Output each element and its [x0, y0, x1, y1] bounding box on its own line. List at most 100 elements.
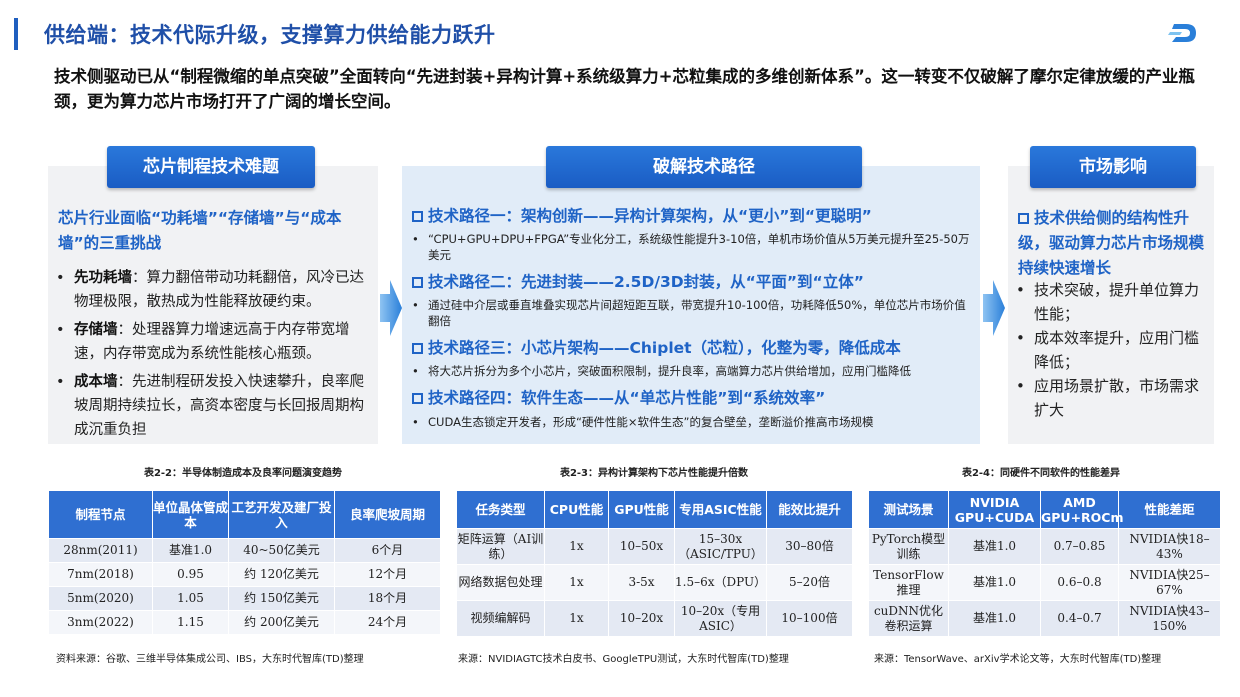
table-cell: 0.7–0.85 — [1040, 528, 1119, 565]
table-cell: 1.05 — [152, 586, 229, 611]
bullet-term: 先功耗墙 — [74, 270, 132, 286]
table-header-cell: 工艺开发及建厂投入 — [228, 490, 335, 539]
table-header-cell: 制程节点 — [48, 490, 153, 539]
right-bullet-3: • 应用场景扩散，市场需求扩大 — [1016, 374, 1210, 422]
table-cell: 0.95 — [152, 562, 229, 587]
bullet-dot-icon: • — [1016, 329, 1025, 347]
table-cell: 1x — [544, 600, 609, 637]
right-panel-heading: 市场影响 — [1030, 146, 1196, 188]
page-title: 供给端：技术代际升级，支撑算力供给能力跃升 — [44, 23, 496, 47]
bullet-dot-icon: • — [412, 232, 419, 246]
table-cell: 10–50x — [608, 528, 675, 565]
table-2-3-source: 来源：NVIDIAGTC技术白皮书、GoogleTPU测试，大东时代智库(TD)… — [458, 654, 789, 665]
table-2-4: 测试场景 NVIDIA GPU+CUDA AMD GPU+ROCm 性能差距 P… — [868, 490, 1221, 637]
table-header-cell: AMD GPU+ROCm — [1040, 490, 1124, 529]
table-row: 28nm(2011) 基准1.0 40~50亿美元 6个月 — [48, 538, 441, 563]
table-row: PyTorch模型训练 基准1.0 0.7–0.85 NVIDIA快18–43% — [868, 528, 1221, 565]
checkbox-square-icon — [412, 343, 423, 354]
table-header-cell: 单位晶体管成本 — [152, 490, 229, 539]
table-cell: 10–20x（专用ASIC） — [674, 600, 767, 637]
bullet-dot-icon: • — [1016, 281, 1025, 299]
right-panel-lead: 技术供给侧的结构性升级，驱动算力芯片市场规模持续快速增长 — [1018, 209, 1205, 277]
middle-panel-heading: 破解技术路径 — [546, 146, 862, 188]
bullet-dot-icon: • — [412, 298, 419, 312]
route-1-detail: • “CPU+GPU+DPU+FPGA”专业化分工，系统级性能提升3-10倍，单机… — [412, 232, 970, 262]
table-row: 3nm(2022) 1.15 约 200亿美元 24个月 — [48, 610, 441, 635]
table-row: 5nm(2020) 1.05 约 150亿美元 18个月 — [48, 586, 441, 611]
table-2-3: 任务类型 CPU性能 GPU性能 专用ASIC性能 能效比提升 矩阵运算（AI训… — [456, 490, 853, 637]
intro-paragraph: 技术侧驱动已从“制程微缩的单点突破”全面转向“先进封装+异构计算+系统级算力+芯… — [54, 67, 1195, 111]
table-2-4-caption: 表2-4：同硬件不同软件的性能差异 — [961, 468, 1121, 479]
table-2-4-source: 来源：TensorWave、arXiv学术论文等，大东时代智库(TD)整理 — [874, 654, 1162, 665]
table-cell: 1.15 — [152, 610, 229, 635]
route-3-title: 技术路径三：小芯片架构——Chiplet（芯粒），化整为零，降低成本 — [412, 336, 901, 358]
table-cell: 网络数据包处理 — [456, 564, 545, 601]
table-cell: 5nm(2020) — [48, 586, 153, 611]
bullet-term: 成本墙 — [74, 374, 118, 390]
table-2-2-source: 资料来源：谷歌、三维半导体集成公司、IBS，大东时代智库(TD)整理 — [56, 654, 364, 665]
title-accent-bar — [14, 18, 18, 50]
table-cell: 1.5–6x（DPU） — [674, 564, 767, 601]
table-cell: NVIDIA快25–67% — [1118, 564, 1221, 601]
table-row: 网络数据包处理 1x 3-5x 1.5–6x（DPU） 5–20倍 — [456, 564, 853, 601]
bullet-dot-icon: • — [412, 364, 419, 378]
table-cell: 约 150亿美元 — [228, 586, 335, 611]
table-cell: 约 120亿美元 — [228, 562, 335, 587]
table-cell: 28nm(2011) — [48, 538, 153, 563]
table-cell: 6个月 — [334, 538, 441, 563]
table-2-2: 制程节点 单位晶体管成本 工艺开发及建厂投入 良率爬坡周期 28nm(2011)… — [48, 490, 441, 635]
table-cell: TensorFlow推理 — [868, 564, 949, 601]
table-cell: NVIDIA快43–150% — [1118, 600, 1221, 637]
checkbox-square-icon — [412, 277, 423, 288]
route-2-title: 技术路径二：先进封装——2.5D/3D封装，从“平面”到“立体” — [412, 270, 864, 292]
right-bullet-1: • 技术突破，提升单位算力性能； — [1016, 278, 1210, 326]
table-cell: 矩阵运算（AI训练） — [456, 528, 545, 565]
table-cell: 30–80倍 — [766, 528, 853, 565]
table-header-cell: 良率爬坡周期 — [334, 490, 441, 539]
checkbox-square-icon — [412, 211, 423, 222]
table-row: 矩阵运算（AI训练） 1x 10–50x 15–30x（ASIC/TPU） 30–80倍 — [456, 528, 853, 565]
table-row: 7nm(2018) 0.95 约 120亿美元 12个月 — [48, 562, 441, 587]
bullet-dot-icon: • — [56, 270, 65, 286]
table-cell: 10–100倍 — [766, 600, 853, 637]
table-cell: 约 200亿美元 — [228, 610, 335, 635]
table-cell: 0.4–0.7 — [1040, 600, 1119, 637]
table-cell: 3-5x — [608, 564, 675, 601]
table-2-3-caption: 表2-3：异构计算架构下芯片性能提升倍数 — [559, 468, 749, 479]
chevron-right-arrow-icon — [983, 280, 1005, 336]
table-header-cell: 测试场景 — [868, 490, 949, 529]
bullet-dot-icon: • — [56, 374, 65, 390]
table-cell: 18个月 — [334, 586, 441, 611]
bullet-text: ：先进制程研发投入快速攀升，良率爬坡周期持续拉长，高资本密度与长回报周期构成沉重… — [74, 374, 364, 438]
table-cell: 10–20x — [608, 600, 675, 637]
table-cell: PyTorch模型训练 — [868, 528, 949, 565]
left-bullet-1: • 先功耗墙：算力翻倍带动功耗翻倍，风冷已达物理极限，散热成为性能释放硬约束。 — [56, 266, 374, 314]
left-panel-lead: 芯片行业面临“功耗墙”“存储墙”与“成本墙”的三重挑战 — [58, 209, 342, 252]
table-header-cell: 专用ASIC性能 — [674, 490, 767, 529]
table-cell: 1x — [544, 564, 609, 601]
route-4-title: 技术路径四：软件生态——从“单芯片性能”到“系统效率” — [412, 386, 825, 408]
table-cell: 基准1.0 — [152, 538, 229, 563]
route-2-detail: • 通过硅中介层或垂直堆叠实现芯片间超短距互联，带宽提升10-100倍，功耗降低5… — [412, 298, 966, 328]
bullet-term: 存储墙 — [74, 322, 118, 338]
left-panel-heading: 芯片制程技术难题 — [107, 146, 315, 188]
table-header-cell: CPU性能 — [544, 490, 609, 529]
table-cell: 12个月 — [334, 562, 441, 587]
left-bullet-2: • 存储墙：处理器算力增速远高于内存带宽增速，内存带宽成为系统性能核心瓶颈。 — [56, 318, 374, 366]
bullet-dot-icon: • — [412, 415, 419, 429]
table-cell: 基准1.0 — [948, 600, 1041, 637]
table-header-cell: 任务类型 — [456, 490, 545, 529]
chevron-right-arrow-icon — [380, 280, 402, 336]
route-1-title: 技术路径一：架构创新——异构计算架构，从“更小”到“更聪明” — [412, 204, 872, 226]
checkbox-square-icon — [1018, 213, 1029, 224]
table-row: cuDNN优化卷积运算 基准1.0 0.4–0.7 NVIDIA快43–150% — [868, 600, 1221, 637]
brand-logo-icon — [1168, 24, 1196, 42]
bullet-dot-icon: • — [56, 322, 65, 338]
left-bullet-3: • 成本墙：先进制程研发投入快速攀升，良率爬坡周期持续拉长，高资本密度与长回报周… — [56, 370, 374, 442]
table-cell: 基准1.0 — [948, 528, 1041, 565]
table-cell: 5–20倍 — [766, 564, 853, 601]
table-row: TensorFlow推理 基准1.0 0.6–0.8 NVIDIA快25–67% — [868, 564, 1221, 601]
right-bullet-2: • 成本效率提升，应用门槛降低； — [1016, 326, 1210, 374]
table-header-cell: GPU性能 — [608, 490, 675, 529]
bullet-dot-icon: • — [1016, 377, 1025, 395]
